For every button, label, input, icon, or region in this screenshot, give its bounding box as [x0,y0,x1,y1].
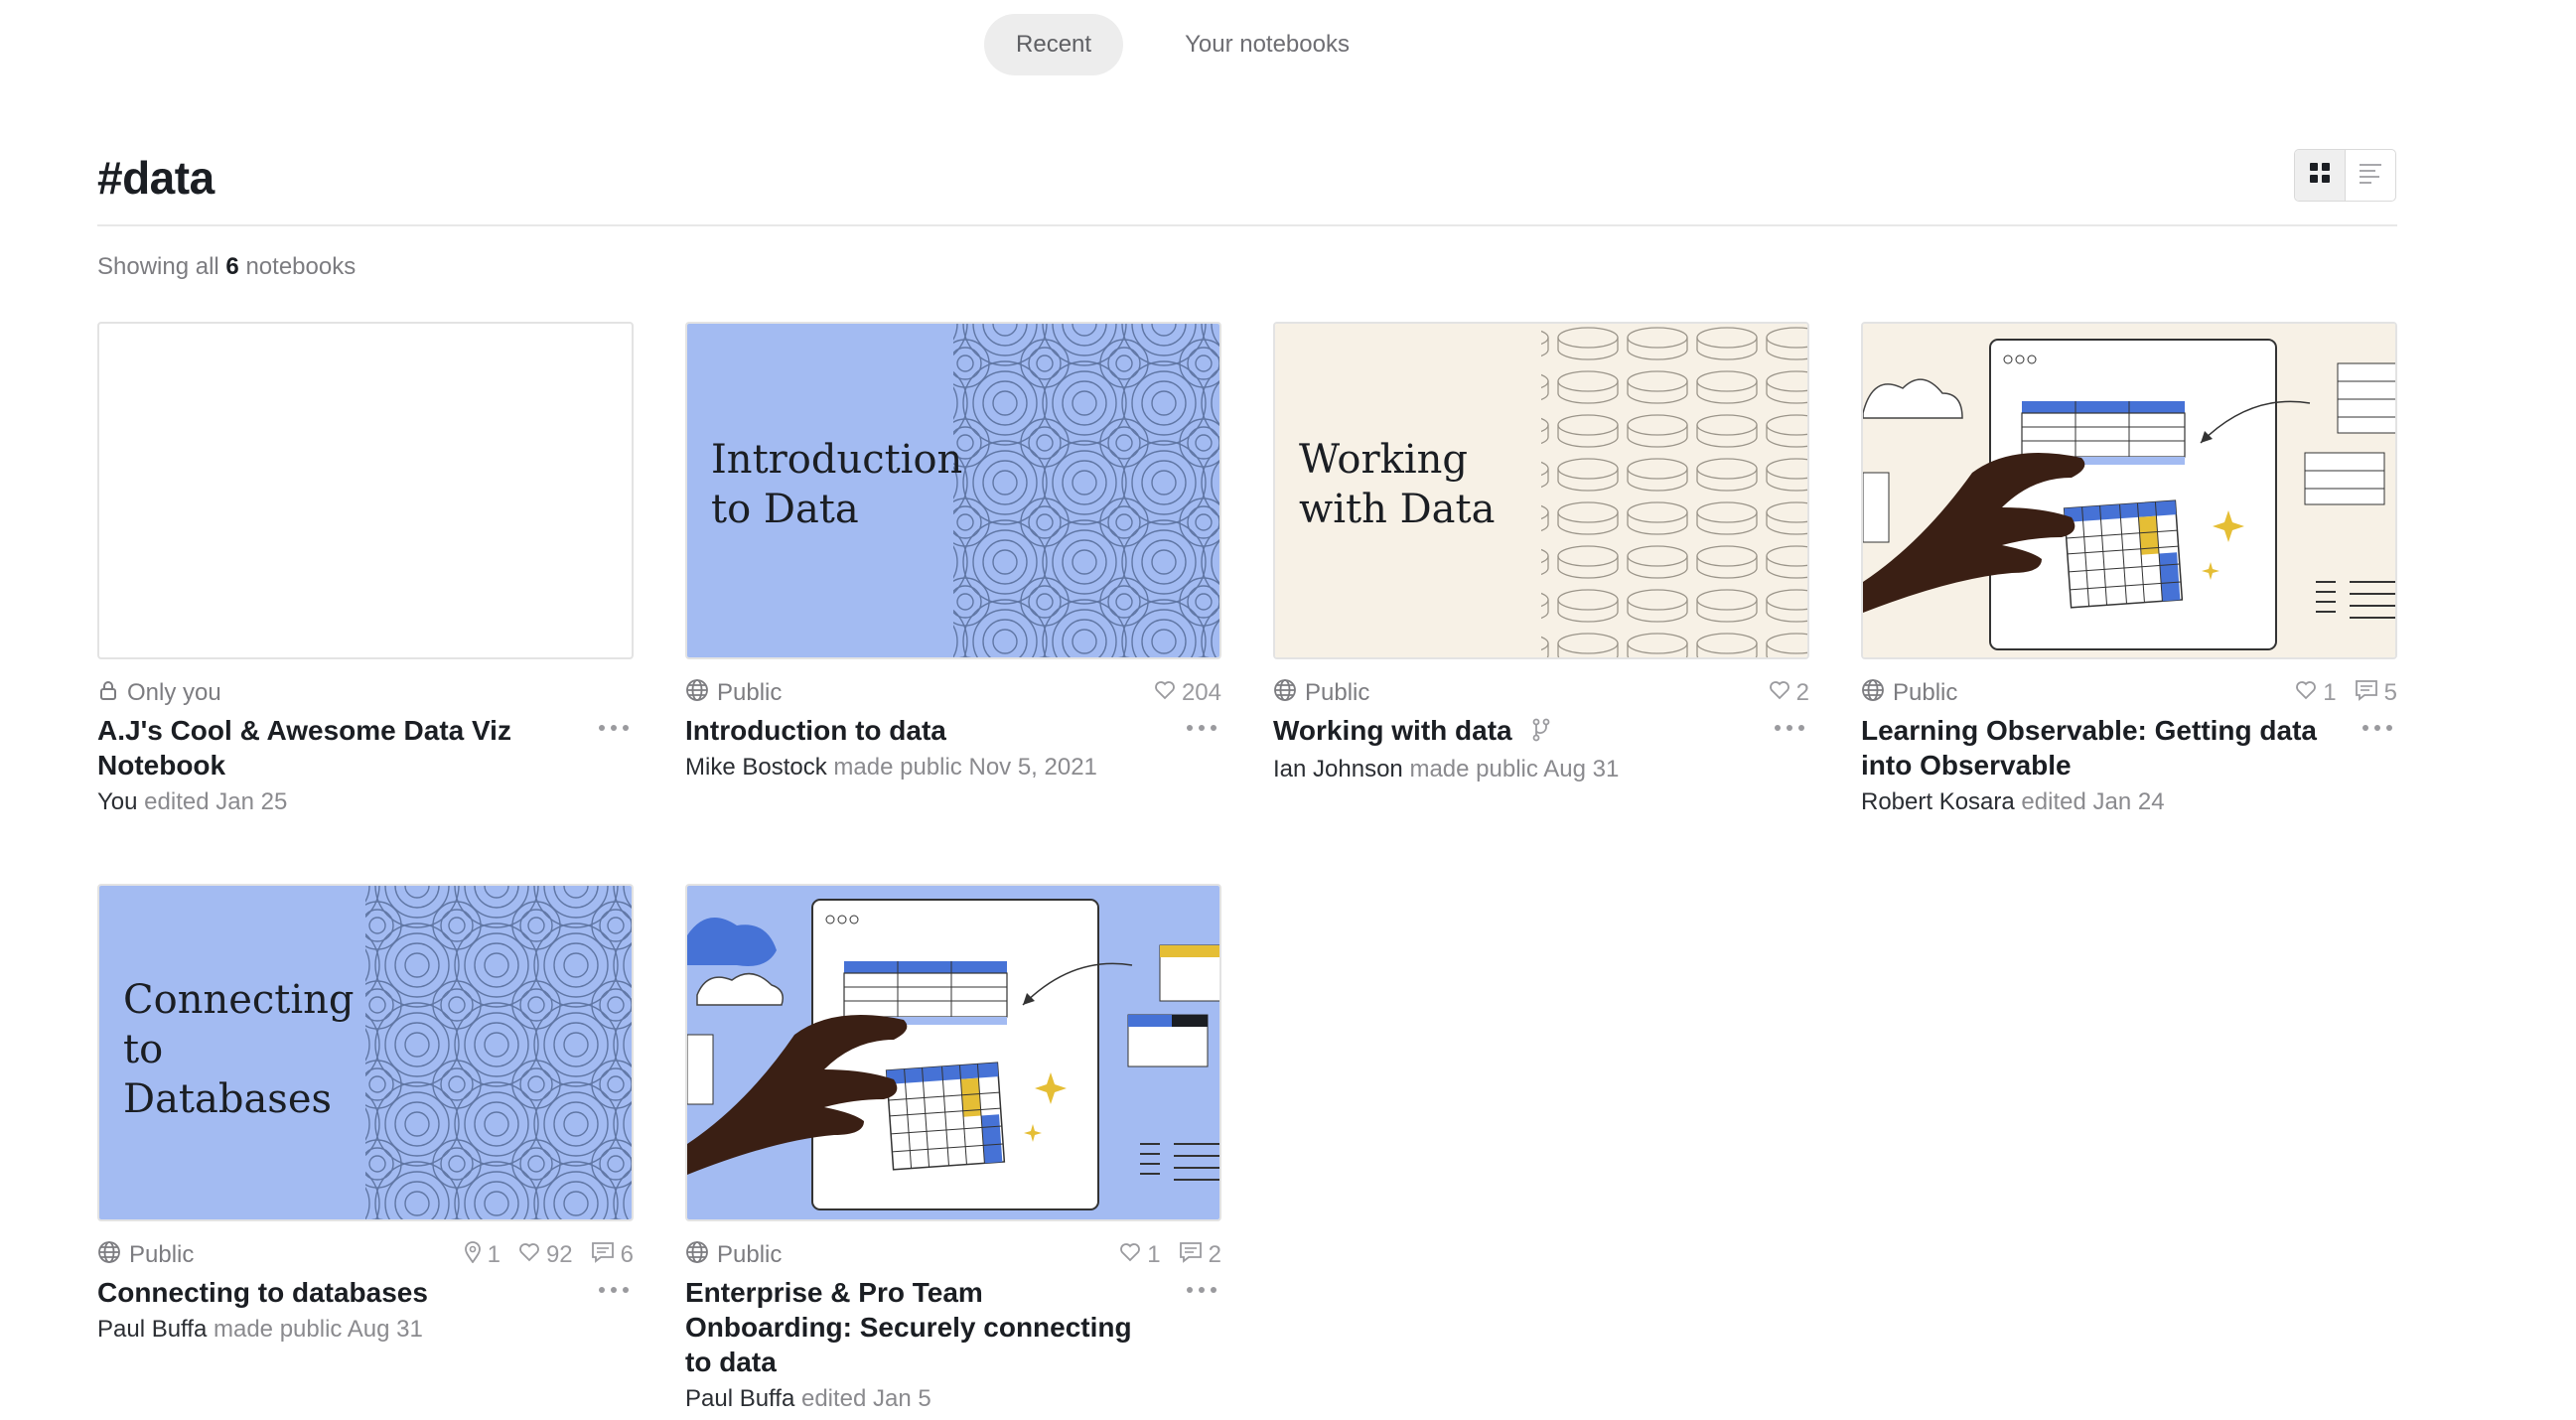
heart-icon [1119,1241,1141,1269]
data-hand-illustration [687,886,1219,1219]
notebook-card[interactable]: Working with Data Public 2 Working with … [1273,322,1809,783]
pin-icon [464,1240,482,1270]
more-icon [2361,719,2393,737]
globe-icon [1861,678,1885,709]
notebook-byline: Paul Buffa made public Aug 31 [97,1316,423,1343]
notebook-card[interactable]: Public 1 5 Learning Observable: Getting … [1861,322,2397,816]
notebook-byline: Mike Bostock made public Nov 5, 2021 [685,754,1097,781]
notebook-thumbnail[interactable] [97,322,634,659]
notebook-thumbnail[interactable]: Working with Data [1273,322,1809,659]
heart-icon [518,1241,540,1269]
likes-count[interactable]: 92 [518,1241,573,1269]
author-link[interactable]: Paul Buffa [685,1385,794,1412]
thumb-title-line1: Working [1299,437,1468,483]
heart-icon [1154,679,1176,707]
notebook-title[interactable]: Enterprise & Pro Team Onboarding: Secure… [685,1275,1152,1379]
notebook-card[interactable]: Introduction to Data Public 204 Introduc… [685,322,1221,781]
likes-count[interactable]: 204 [1154,679,1221,707]
more-icon [1774,719,1805,737]
list-view-button[interactable] [2346,150,2395,201]
notebook-title[interactable]: Working with data [1273,713,1740,750]
comment-icon [1179,1241,1203,1270]
notebook-byline: Ian Johnson made public Aug 31 [1273,756,1620,783]
notebook-card[interactable]: Public 1 2 Enterprise & Pro Team Onboard… [685,884,1221,1413]
notebook-byline: Paul Buffa edited Jan 5 [685,1385,931,1412]
tab-recent[interactable]: Recent [984,14,1124,75]
more-options-button[interactable] [594,1275,634,1305]
list-icon [2358,161,2383,190]
data-hand-illustration [1863,324,2395,657]
notebook-card[interactable]: Connecting to Databases Public 1 92 6 Co… [97,884,634,1344]
more-options-button[interactable] [2358,713,2397,743]
notebook-thumbnail[interactable] [685,884,1221,1221]
more-options-button[interactable] [594,713,634,743]
globe-icon [685,1240,709,1271]
thumb-title-line1: Connecting [123,977,355,1023]
author-link[interactable]: Robert Kosara [1861,788,2015,815]
notebook-card[interactable]: Only you A.J's Cool & Awesome Data Viz N… [97,322,634,816]
more-icon [598,1281,630,1299]
comment-icon [591,1241,615,1270]
forks-count[interactable]: 1 [464,1240,501,1270]
comment-icon [2355,679,2378,708]
notebook-byline: Robert Kosara edited Jan 24 [1861,788,2165,815]
thumb-title-line2: to Data [711,487,859,532]
notebook-title[interactable]: Learning Observable: Getting data into O… [1861,713,2328,782]
notebook-title[interactable]: A.J's Cool & Awesome Data Viz Notebook [97,713,564,782]
author-link[interactable]: Mike Bostock [685,754,827,781]
likes-count[interactable]: 2 [1769,679,1809,707]
visibility-label: Public [1861,678,1957,709]
likes-count[interactable]: 1 [1119,1241,1161,1269]
grid-view-button[interactable] [2295,150,2346,201]
author-link[interactable]: Ian Johnson [1273,756,1403,782]
thumb-title-line3: Databases [123,1076,332,1122]
visibility-label: Public [97,1240,194,1271]
heart-icon [2295,679,2317,707]
more-options-button[interactable] [1182,713,1221,743]
author-link[interactable]: You [97,788,138,815]
visibility-label: Public [685,678,782,709]
lock-icon [97,679,119,708]
visibility-label: Only you [97,679,221,708]
fork-icon [1531,715,1551,750]
globe-icon [685,678,709,709]
visibility-label: Public [685,1240,782,1271]
more-options-button[interactable] [1182,1275,1221,1305]
visibility-label: Public [1273,678,1369,709]
notebook-count: Showing all 6 notebooks [97,253,357,280]
thumb-title-line2: to [123,1027,163,1072]
notebook-thumbnail[interactable]: Connecting to Databases [97,884,634,1221]
page-title: #data [97,152,215,204]
globe-icon [97,1240,121,1271]
notebook-title[interactable]: Introduction to data [685,713,1152,748]
comments-count[interactable]: 6 [591,1241,634,1270]
tab-your-notebooks[interactable]: Your notebooks [1153,14,1381,75]
notebook-title[interactable]: Connecting to databases [97,1275,564,1310]
more-options-button[interactable] [1770,713,1809,743]
grid-icon [2308,161,2332,190]
thumb-title-line1: Introduction [711,437,962,483]
notebook-thumbnail[interactable] [1861,322,2397,659]
notebook-tabs: Recent Your notebooks [0,14,2576,75]
notebook-byline: You edited Jan 25 [97,788,288,815]
more-icon [598,719,630,737]
view-toggle [2294,149,2396,202]
comments-count[interactable]: 5 [2355,679,2397,708]
more-icon [1186,1281,1217,1299]
comments-count[interactable]: 2 [1179,1241,1221,1270]
heart-icon [1769,679,1790,707]
likes-count[interactable]: 1 [2295,679,2337,707]
notebook-thumbnail[interactable]: Introduction to Data [685,322,1221,659]
globe-icon [1273,678,1297,709]
thumb-title-line2: with Data [1299,487,1495,532]
more-icon [1186,719,1217,737]
author-link[interactable]: Paul Buffa [97,1316,207,1343]
header-divider [97,224,2397,226]
